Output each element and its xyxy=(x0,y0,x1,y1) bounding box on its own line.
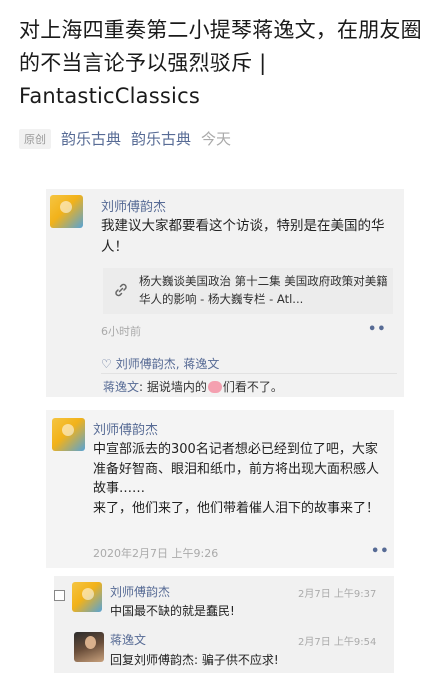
comment-author[interactable]: 蒋逸文 xyxy=(103,380,139,394)
avatar[interactable] xyxy=(52,418,85,451)
post-time: 6小时前 xyxy=(101,325,141,338)
comments-section: 刘师傅韵杰 2月7日 上午9:37 中国最不缺的就是蠢民! 蒋逸文 2月7日 上… xyxy=(54,576,394,673)
post-author[interactable]: 刘师傅韵杰 xyxy=(101,196,166,215)
comment-row[interactable]: 蒋逸文: 据说墙内的 们看不了。 xyxy=(103,378,283,395)
moments-post-2: 刘师傅韵杰 中宣部派去的300名记者想必已经到位了吧，大家准备好智商、眼泪和纸巾… xyxy=(46,410,394,568)
divider xyxy=(101,373,397,374)
original-tag: 原创 xyxy=(19,128,51,149)
select-checkbox[interactable] xyxy=(54,590,65,601)
post-time: 2020年2月7日 上午9:26 xyxy=(93,547,219,560)
pig-emoji-icon xyxy=(207,381,222,393)
post-text: 我建议大家都要看这个访谈，特别是在美国的华人！ xyxy=(101,218,385,255)
post-author[interactable]: 刘师傅韵杰 xyxy=(93,419,158,438)
comment-text: 回复刘师傅韵杰: 骗子供不应求! xyxy=(110,653,279,667)
article-meta: 原创 韵乐古典 韵乐古典 今天 xyxy=(19,128,231,149)
heart-icon: ♡ xyxy=(101,357,112,371)
comment-author[interactable]: 蒋逸文 xyxy=(110,631,146,648)
publish-time: 今天 xyxy=(201,130,232,148)
comment-text-start: : 据说墙内的 xyxy=(139,380,207,394)
likes-names[interactable]: 刘师傅韵杰, 蒋逸文 xyxy=(116,357,220,371)
shared-link-title: 杨大巍谈美国政治 第十二集 美国政府政策对美籍华人的影响 - 杨大巍专栏 - A… xyxy=(139,274,388,306)
comment-time: 2月7日 上午9:37 xyxy=(298,589,377,600)
comment-author[interactable]: 刘师傅韵杰 xyxy=(110,583,170,600)
post-text: 中宣部派去的300名记者想必已经到位了吧，大家准备好智商、眼泪和纸巾，前方将出现… xyxy=(93,442,380,516)
more-options-button[interactable]: •• xyxy=(371,544,390,559)
account-link[interactable]: 韵乐古典 xyxy=(61,128,121,149)
author-link[interactable]: 韵乐古典 xyxy=(131,128,191,149)
comment-text-end: 们看不了。 xyxy=(222,380,283,394)
link-icon xyxy=(113,282,129,302)
avatar[interactable] xyxy=(50,195,83,228)
avatar[interactable] xyxy=(72,582,102,612)
likes-row: ♡ 刘师傅韵杰, 蒋逸文 xyxy=(101,355,219,372)
comment-time: 2月7日 上午9:54 xyxy=(298,637,377,648)
comment-text: 中国最不缺的就是蠢民! xyxy=(110,604,235,618)
avatar[interactable] xyxy=(74,632,104,662)
moments-post-1: 刘师傅韵杰 我建议大家都要看这个访谈，特别是在美国的华人！ 杨大巍谈美国政治 第… xyxy=(46,189,404,397)
article-title: 对上海四重奏第二小提琴蒋逸文，在朋友圈的不当言论予以强烈驳斥 | Fantast… xyxy=(19,18,422,108)
more-options-button[interactable]: •• xyxy=(368,322,387,337)
shared-link-card[interactable]: 杨大巍谈美国政治 第十二集 美国政府政策对美籍华人的影响 - 杨大巍专栏 - A… xyxy=(103,268,393,314)
